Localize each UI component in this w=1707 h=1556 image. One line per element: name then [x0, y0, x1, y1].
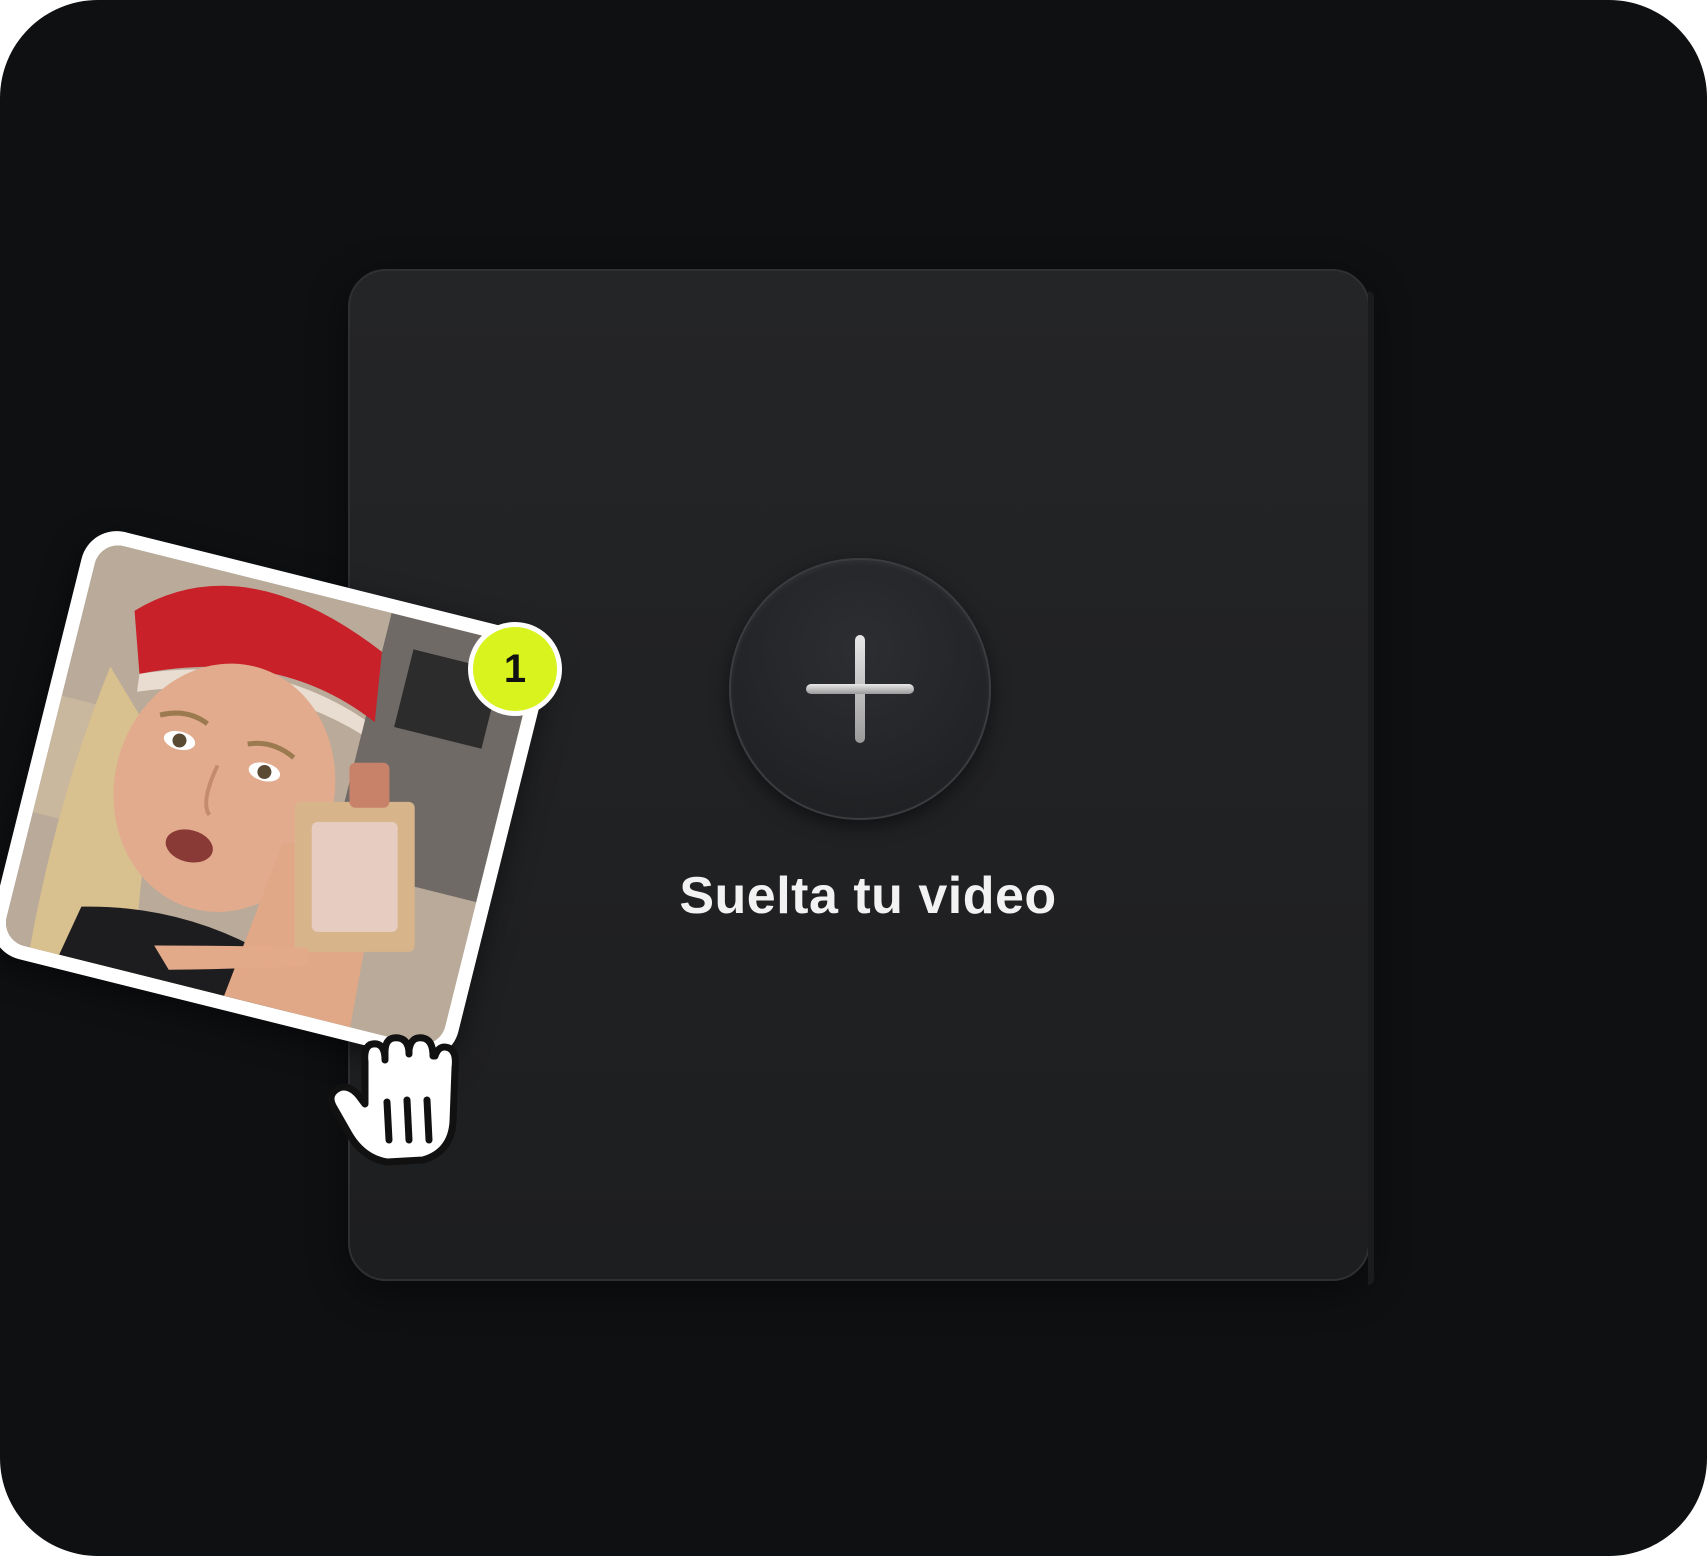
- plus-icon: [806, 635, 914, 743]
- add-video-button[interactable]: [729, 558, 991, 820]
- drop-instruction-text: Suelta tu video: [679, 867, 1057, 925]
- item-count-badge: 1: [468, 622, 562, 716]
- app-frame: Suelta tu video 1: [0, 0, 1707, 1556]
- video-thumbnail: [0, 540, 540, 1050]
- grab-hand-icon: [327, 1034, 459, 1166]
